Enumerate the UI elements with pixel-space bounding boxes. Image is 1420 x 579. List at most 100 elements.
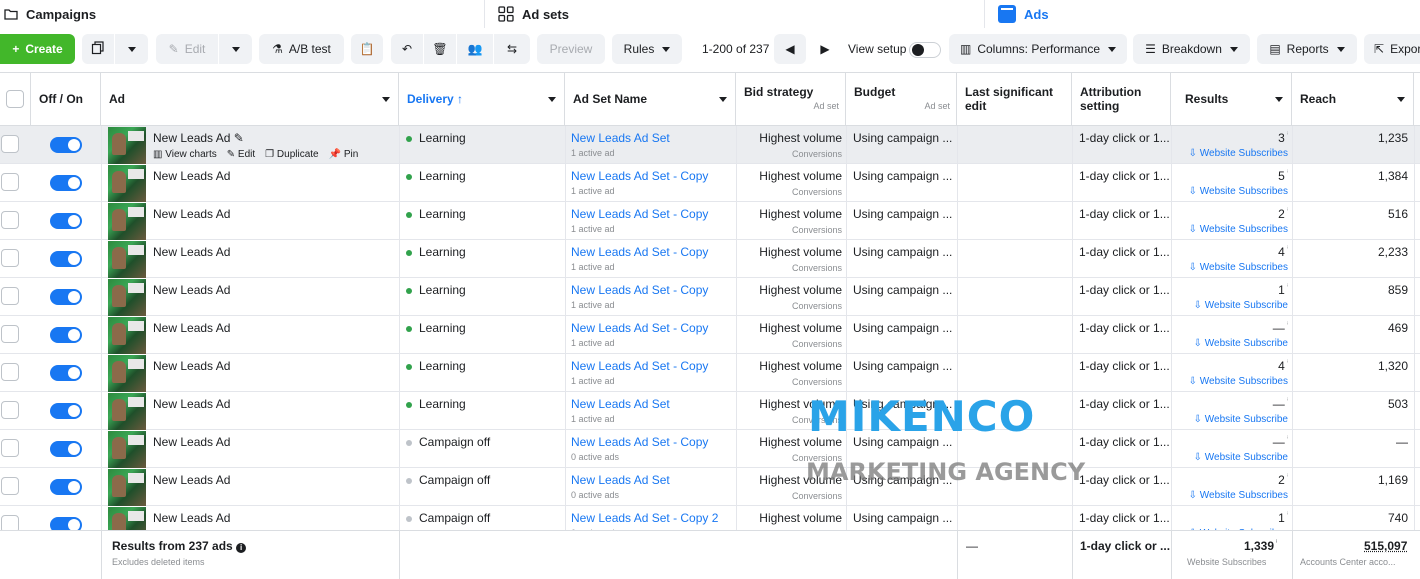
results-type[interactable]: ⇩ Website Subscribe — [1194, 338, 1288, 349]
breakdown-button[interactable]: ☰ Breakdown — [1133, 34, 1250, 64]
ad-name[interactable]: New Leads Ad — [153, 359, 230, 373]
results-type[interactable]: ⇩ Website Subscribes — [1189, 224, 1288, 235]
audience-button[interactable]: 👥 — [457, 34, 493, 64]
row-checkbox[interactable] — [1, 477, 19, 495]
ad-thumbnail[interactable] — [108, 241, 146, 278]
results-type[interactable]: ⇩ Website Subscribes — [1189, 262, 1288, 273]
view-charts-action[interactable]: ▥ View charts — [153, 149, 217, 160]
table-row[interactable]: New Leads Ad Campaign off New Leads Ad Set… — [0, 468, 1420, 506]
table-row[interactable]: New Leads Ad Learning New Leads Ad Set - C… — [0, 202, 1420, 240]
edit-dropdown[interactable] — [219, 34, 252, 64]
header-attribution[interactable]: Attribution setting — [1072, 73, 1171, 125]
next-page-button[interactable]: ▶ — [810, 34, 840, 64]
ad-set-link[interactable]: New Leads Ad Set — [571, 397, 670, 411]
ad-set-link[interactable]: New Leads Ad Set - Copy — [571, 245, 708, 259]
results-type[interactable]: ⇩ Website Subscribe — [1194, 452, 1288, 463]
ad-name[interactable]: New Leads Ad — [153, 321, 230, 335]
header-budget[interactable]: Budget Ad set — [846, 73, 957, 125]
ad-toggle[interactable] — [50, 403, 82, 419]
delete-button[interactable]: 🗑 — [424, 34, 456, 64]
ad-thumbnail[interactable] — [108, 393, 146, 430]
ad-name[interactable]: New Leads Ad — [153, 511, 230, 525]
info-icon[interactable]: i — [236, 543, 246, 553]
header-reach[interactable]: Reach — [1292, 73, 1414, 125]
pencil-icon[interactable]: ✎ — [234, 131, 244, 145]
ad-set-link[interactable]: New Leads Ad Set - Copy — [571, 435, 708, 449]
reports-button[interactable]: ▤ Reports — [1257, 34, 1357, 64]
ad-name[interactable]: New Leads Ad — [153, 169, 230, 183]
ad-name[interactable]: New Leads Ad — [153, 435, 230, 449]
preview-button[interactable]: Preview — [537, 34, 605, 64]
create-button[interactable]: + Create — [0, 34, 75, 64]
ad-thumbnail[interactable] — [108, 469, 146, 506]
ad-toggle[interactable] — [50, 441, 82, 457]
columns-button[interactable]: ▥ Columns: Performance — [949, 34, 1127, 64]
results-type[interactable]: ⇩ Website Subscribes — [1189, 148, 1288, 159]
row-checkbox[interactable] — [1, 249, 19, 267]
header-ad-set-name[interactable]: Ad Set Name — [565, 73, 736, 125]
table-row[interactable]: New Leads Ad Learning New Leads Ad Set 1 ac… — [0, 392, 1420, 430]
table-row[interactable]: New Leads Ad ✎ ▥ View charts ✎ Edit ❐ Dupli… — [0, 126, 1420, 164]
export-button[interactable]: ⇱ Expor — [1364, 34, 1420, 64]
edit-button[interactable]: ✎ Edit — [156, 34, 218, 64]
chevron-down-icon[interactable] — [382, 97, 390, 102]
table-row[interactable]: New Leads Ad Campaign off New Leads Ad Set… — [0, 430, 1420, 468]
row-checkbox[interactable] — [1, 287, 19, 305]
ad-name[interactable]: New Leads Ad — [153, 473, 230, 487]
ad-set-link[interactable]: New Leads Ad Set - Copy — [571, 283, 708, 297]
ad-set-link[interactable]: New Leads Ad Set - Copy — [571, 321, 708, 335]
ad-thumbnail[interactable] — [108, 431, 146, 468]
tab-adsets[interactable]: Ad sets — [498, 0, 569, 28]
tab-campaigns[interactable]: Campaigns — [4, 0, 96, 28]
row-checkbox[interactable] — [1, 401, 19, 419]
ad-toggle[interactable] — [50, 479, 82, 495]
ad-thumbnail[interactable] — [108, 279, 146, 316]
duplicate-button[interactable] — [82, 34, 114, 64]
ad-set-link[interactable]: New Leads Ad Set - Copy 2 — [571, 511, 718, 525]
row-checkbox[interactable] — [1, 325, 19, 343]
rules-button[interactable]: Rules — [612, 34, 682, 64]
edit-action[interactable]: ✎ Edit — [227, 149, 255, 160]
ad-thumbnail[interactable] — [108, 355, 146, 392]
ad-name[interactable]: New Leads Ad — [153, 245, 230, 259]
ad-set-link[interactable]: New Leads Ad Set - Copy — [571, 359, 708, 373]
ad-toggle[interactable] — [50, 327, 82, 343]
chevron-down-icon[interactable] — [719, 97, 727, 102]
ad-toggle[interactable] — [50, 289, 82, 305]
ad-toggle[interactable] — [50, 137, 82, 153]
ad-name[interactable]: New Leads Ad ✎ — [153, 131, 244, 145]
ad-thumbnail[interactable] — [108, 203, 146, 240]
table-row[interactable]: New Leads Ad Learning New Leads Ad Set - C… — [0, 164, 1420, 202]
results-type[interactable]: ⇩ Website Subscribe — [1194, 300, 1288, 311]
row-checkbox[interactable] — [1, 173, 19, 191]
header-delivery[interactable]: Delivery ↑ — [399, 73, 565, 125]
results-type[interactable]: ⇩ Website Subscribes — [1189, 490, 1288, 501]
chevron-down-icon[interactable] — [1275, 97, 1283, 102]
share-button[interactable]: ⇆ — [494, 34, 530, 64]
row-checkbox[interactable] — [1, 363, 19, 381]
prev-page-button[interactable]: ◀ — [774, 34, 806, 64]
ab-test-button[interactable]: ⚗ A/B test — [259, 34, 344, 64]
header-last-edit[interactable]: Last significant edit — [957, 73, 1072, 125]
duplicate-dropdown[interactable] — [115, 34, 148, 64]
view-setup-toggle[interactable] — [909, 42, 941, 58]
row-checkbox[interactable] — [1, 439, 19, 457]
tab-ads[interactable]: Ads — [998, 0, 1049, 28]
ad-thumbnail[interactable] — [108, 317, 146, 354]
ad-name[interactable]: New Leads Ad — [153, 207, 230, 221]
header-ad[interactable]: Ad — [101, 73, 399, 125]
undo-button[interactable]: ↶ — [391, 34, 423, 64]
table-row[interactable]: New Leads Ad Learning New Leads Ad Set - C… — [0, 316, 1420, 354]
clipboard-button[interactable]: 📋 — [351, 34, 383, 64]
ad-set-link[interactable]: New Leads Ad Set - Copy — [571, 169, 708, 183]
chevron-down-icon[interactable] — [1397, 97, 1405, 102]
row-checkbox[interactable] — [1, 211, 19, 229]
header-bid-strategy[interactable]: Bid strategy Ad set — [736, 73, 846, 125]
results-type[interactable]: ⇩ Website Subscribe — [1194, 414, 1288, 425]
ad-toggle[interactable] — [50, 365, 82, 381]
header-off-on[interactable]: Off / On — [31, 73, 101, 125]
pin-action[interactable]: 📌 Pin — [329, 149, 359, 160]
ad-name[interactable]: New Leads Ad — [153, 283, 230, 297]
ad-thumbnail[interactable] — [108, 127, 146, 164]
ad-set-link[interactable]: New Leads Ad Set — [571, 131, 670, 145]
